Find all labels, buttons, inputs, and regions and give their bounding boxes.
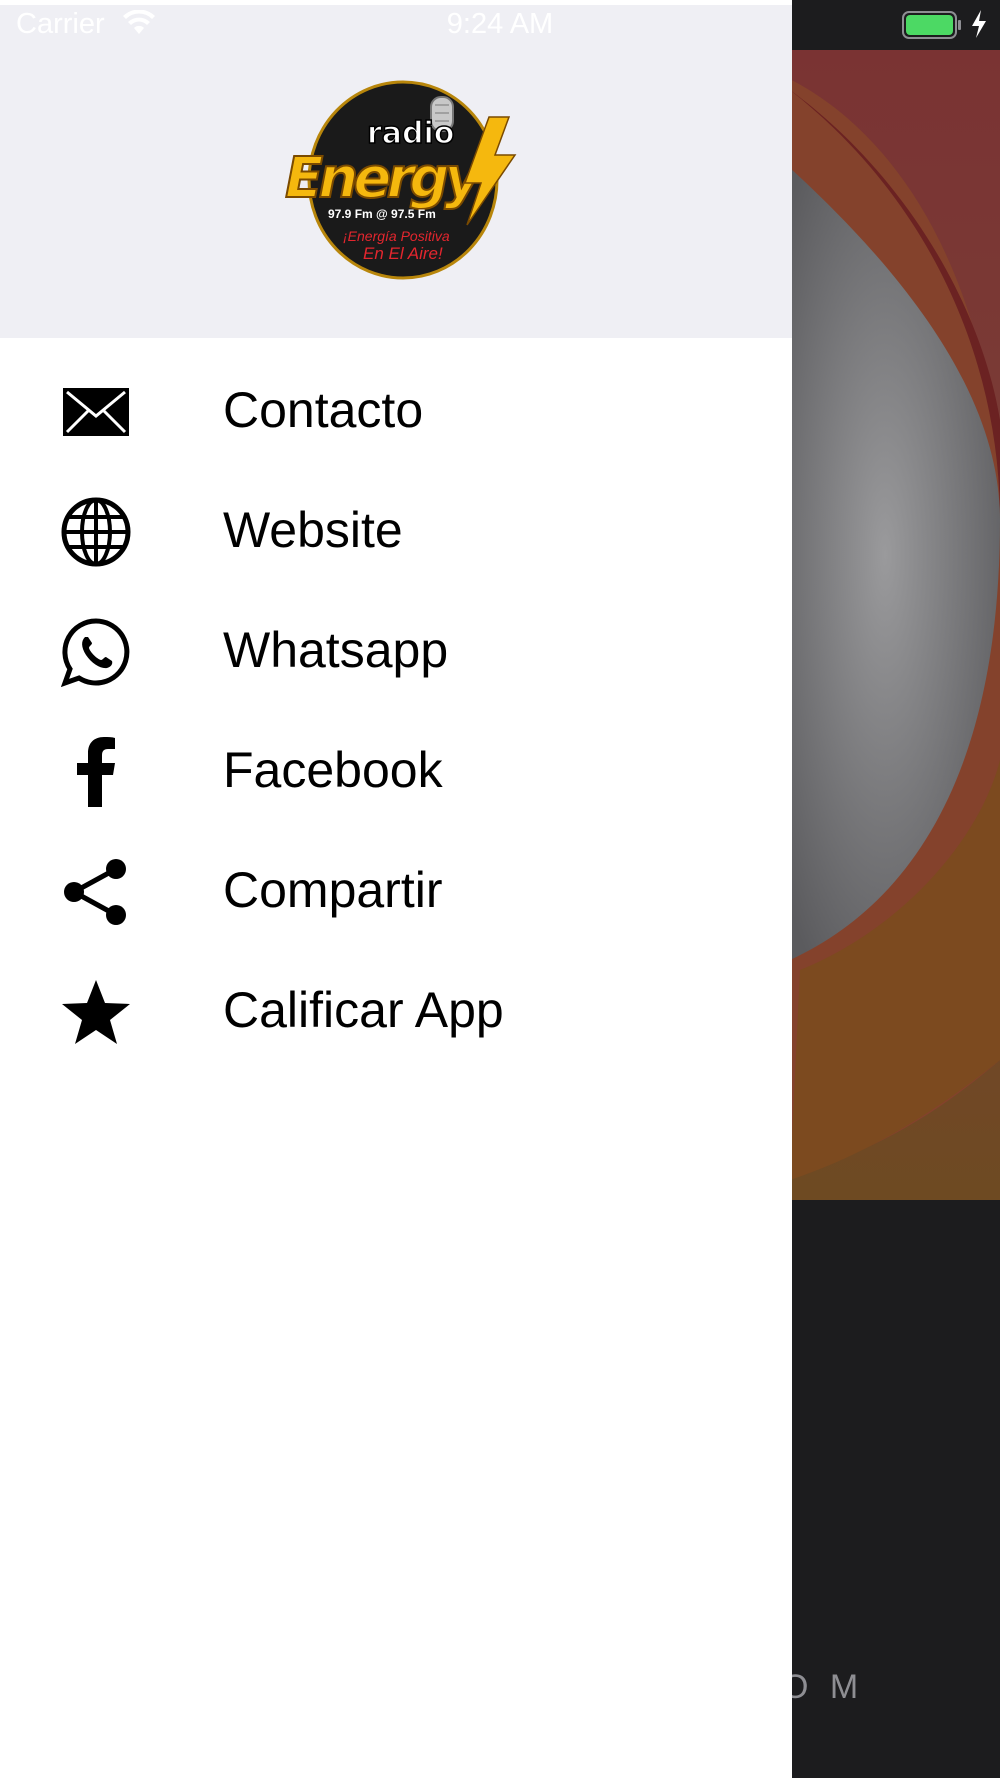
menu-label-contacto: Contacto — [223, 382, 424, 438]
status-bar: Carrier 9:24 AM — [0, 0, 1000, 50]
radio-energy-logo: radio Energy 97.9 Fm @ 97.5 Fm ¡Energía … — [284, 80, 517, 280]
battery-icon — [902, 11, 961, 39]
menu-item-facebook[interactable]: Facebook — [0, 706, 792, 826]
logo-frequencies: 97.9 Fm @ 97.5 Fm — [328, 207, 436, 221]
menu-item-website[interactable]: Website — [0, 466, 792, 586]
drawer-menu: Contacto Website Whatsapp Facebook Compa… — [0, 346, 792, 1066]
share-icon — [60, 856, 132, 928]
envelope-icon — [60, 376, 132, 448]
background-domain-text: O M — [782, 1668, 865, 1706]
menu-item-calificar-app[interactable]: Calificar App — [0, 946, 792, 1066]
logo-slogan-line2: En El Aire! — [363, 244, 443, 263]
menu-item-whatsapp[interactable]: Whatsapp — [0, 586, 792, 706]
star-icon — [60, 976, 132, 1048]
menu-label-whatsapp: Whatsapp — [223, 622, 449, 678]
menu-label-calificar-app: Calificar App — [223, 982, 504, 1038]
side-drawer: radio Energy 97.9 Fm @ 97.5 Fm ¡Energía … — [0, 0, 792, 1778]
menu-item-contacto[interactable]: Contacto — [0, 346, 792, 466]
logo-word-energy: Energy — [285, 146, 483, 211]
globe-icon — [60, 496, 132, 568]
whatsapp-icon — [60, 616, 132, 688]
drawer-header: radio Energy 97.9 Fm @ 97.5 Fm ¡Energía … — [0, 5, 792, 338]
charging-bolt-icon — [972, 10, 986, 38]
menu-item-compartir[interactable]: Compartir — [0, 826, 792, 946]
menu-label-website: Website — [223, 502, 403, 558]
menu-label-compartir: Compartir — [223, 862, 443, 918]
logo-slogan-line1: ¡Energía Positiva — [343, 228, 450, 244]
status-time: 9:24 AM — [446, 8, 554, 40]
facebook-icon — [60, 736, 132, 808]
menu-label-facebook: Facebook — [223, 742, 443, 798]
